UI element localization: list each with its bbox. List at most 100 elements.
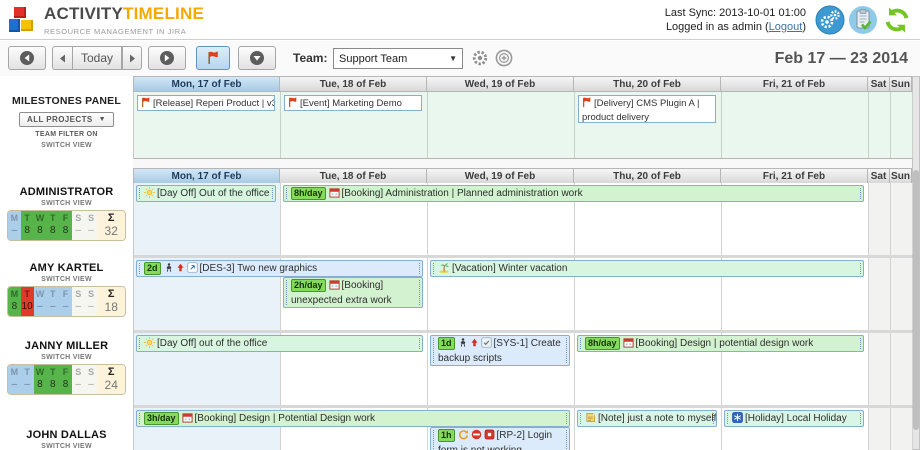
summary-day-value: – <box>72 224 85 240</box>
day-header-milestones-4: Fri, 21 of Feb <box>721 76 868 92</box>
summary-day-value: – <box>34 300 47 316</box>
circle-right-arrow-icon <box>159 50 175 66</box>
person-switch-view-link[interactable]: SWITCH VIEW <box>0 443 133 450</box>
summary-day-value: – <box>8 224 21 240</box>
summary-day-value: 8 <box>59 378 72 394</box>
summary-day-W: W8 <box>34 365 47 394</box>
summary-day-value: – <box>8 378 21 394</box>
summary-day-T: T8 <box>46 211 59 240</box>
settings-gears-icon[interactable] <box>815 5 845 35</box>
milestones-switch-view-link[interactable]: SWITCH VIEW <box>0 142 133 149</box>
improvement-icon <box>187 262 198 277</box>
app-subtitle: RESOURCE MANAGEMENT IN JIRA <box>44 23 204 40</box>
event-task[interactable]: 1h[RP-2] Login form is not working <box>430 427 570 450</box>
summary-day-M: M– <box>8 365 21 394</box>
milestone-item-text: [Event] Marketing Demo <box>300 98 402 109</box>
band-separator <box>133 159 920 168</box>
team-label: Team: <box>293 51 327 65</box>
event-note[interactable]: [Note] just a note to myself.... <box>577 410 717 427</box>
select-caret-icon: ▼ <box>449 54 457 63</box>
team-select[interactable]: Support Team ▼ <box>333 48 463 69</box>
gear-icon[interactable] <box>470 48 490 73</box>
event-text: [SYS-1] Create backup scripts <box>438 338 561 364</box>
event-booking[interactable]: 8h/day[Booking] Administration | Planned… <box>283 185 864 202</box>
milestone-item[interactable]: [Release] Reperi Product | v3.1 <box>137 95 275 111</box>
milestone-item[interactable]: [Delivery] CMS Plugin A | product delive… <box>578 95 716 123</box>
calendar-cell[interactable] <box>869 408 891 450</box>
summary-day-label: M <box>8 287 21 300</box>
priority-up-icon <box>176 262 185 277</box>
calendar-cell[interactable] <box>891 258 913 330</box>
fast-back-button[interactable] <box>8 46 46 70</box>
milestones-panel-title: MILESTONES PANEL <box>0 95 133 107</box>
week-summary-table: M8T10W–T–F–S–S–Σ18 <box>7 286 126 317</box>
summary-day-S: S– <box>72 211 85 240</box>
projects-filter-dropdown[interactable]: ALL PROJECTS ▼ <box>19 112 114 127</box>
milestone-cell-2[interactable] <box>428 92 575 158</box>
summary-day-label: T <box>46 287 59 300</box>
sidebar-person-john-dallas: JOHN DALLASSWITCH VIEW <box>0 429 133 450</box>
calendar-cell[interactable] <box>891 333 913 405</box>
summary-day-W: W– <box>34 287 47 316</box>
day-header-people-1: Tue, 18 of Feb <box>280 168 427 184</box>
summary-day-value: 8 <box>46 224 59 240</box>
summary-day-value: – <box>85 378 98 394</box>
blocked-icon <box>471 429 482 444</box>
person-switch-view-link[interactable]: SWITCH VIEW <box>0 276 133 283</box>
event-holiday[interactable]: [Holiday] Local Holiday <box>724 410 864 427</box>
milestone-cell-4[interactable] <box>722 92 869 158</box>
sun-icon <box>144 337 155 352</box>
fast-forward-button[interactable] <box>148 46 186 70</box>
scrollbar-thumb[interactable] <box>913 170 919 430</box>
calendar-cell[interactable] <box>891 408 913 450</box>
refresh-sync-icon[interactable] <box>882 5 912 35</box>
duration-badge: 1d <box>438 337 455 350</box>
event-booking[interactable]: 8h/day[Booking] Design | potential desig… <box>577 335 864 352</box>
summary-day-label: W <box>34 287 47 300</box>
calendar-cell[interactable] <box>869 258 891 330</box>
logged-in-text: Logged in as admin (Logout) <box>665 20 806 34</box>
summary-total: Σ32 <box>97 211 125 240</box>
summary-total-value: 32 <box>97 224 125 240</box>
prev-week-button[interactable] <box>52 46 72 70</box>
calendar-cell[interactable] <box>869 333 891 405</box>
summary-day-label: S <box>85 365 98 378</box>
day-header-people-0: Mon, 17 of Feb <box>133 168 280 184</box>
summary-day-T: T– <box>46 287 59 316</box>
app-name-part2: TIMELINE <box>123 4 204 23</box>
event-booking[interactable]: 2h/day[Booking] unexpected extra work <box>283 277 423 308</box>
logout-link[interactable]: Logout <box>769 21 803 33</box>
target-add-icon[interactable] <box>495 49 513 72</box>
event-vacation[interactable]: [Vacation] Winter vacation <box>430 260 864 277</box>
person-name: ADMINISTRATOR <box>0 186 133 198</box>
calendar-cell[interactable] <box>891 183 913 255</box>
summary-day-label: S <box>72 211 85 224</box>
app-title: ACTIVITYTIMELINE RESOURCE MANAGEMENT IN … <box>44 5 204 40</box>
event-dayoff[interactable]: [Day Off] Out of the office <box>136 185 276 202</box>
tasks-clipboard-icon[interactable] <box>848 5 878 35</box>
event-task[interactable]: 2d[DES-3] Two new graphics <box>136 260 423 277</box>
calendar-cell[interactable] <box>869 183 891 255</box>
summary-day-label: M <box>8 365 21 378</box>
today-button[interactable]: Today <box>72 46 122 70</box>
event-dayoff[interactable]: [Day Off] out of the office <box>136 335 423 352</box>
milestone-cell-6[interactable] <box>891 92 913 158</box>
summary-day-value: – <box>72 300 85 316</box>
event-task[interactable]: 1d[SYS-1] Create backup scripts <box>430 335 570 366</box>
milestone-item[interactable]: [Event] Marketing Demo <box>284 95 422 111</box>
milestones-toggle-button[interactable] <box>196 46 230 70</box>
person-switch-view-link[interactable]: SWITCH VIEW <box>0 200 133 207</box>
summary-day-S: S– <box>72 287 85 316</box>
event-text: [Booking] Administration | Planned admin… <box>342 188 583 199</box>
day-header-milestones-2: Wed, 19 of Feb <box>427 76 574 92</box>
person-switch-view-link[interactable]: SWITCH VIEW <box>0 354 133 361</box>
app-logo-icon <box>9 7 35 33</box>
milestone-cell-5[interactable] <box>869 92 891 158</box>
scroll-down-button[interactable] <box>238 46 276 70</box>
event-booking[interactable]: 3h/day[Booking] Design | Potential Desig… <box>136 410 570 427</box>
summary-day-label: T <box>46 211 59 224</box>
next-week-button[interactable] <box>122 46 142 70</box>
flag-icon <box>207 51 220 65</box>
sidebar-person-administrator: ADMINISTRATORSWITCH VIEWM–T8W8T8F8S–S–Σ3… <box>0 186 133 241</box>
milestones-sidebar: MILESTONES PANEL ALL PROJECTS ▼ TEAM FIL… <box>0 95 133 149</box>
